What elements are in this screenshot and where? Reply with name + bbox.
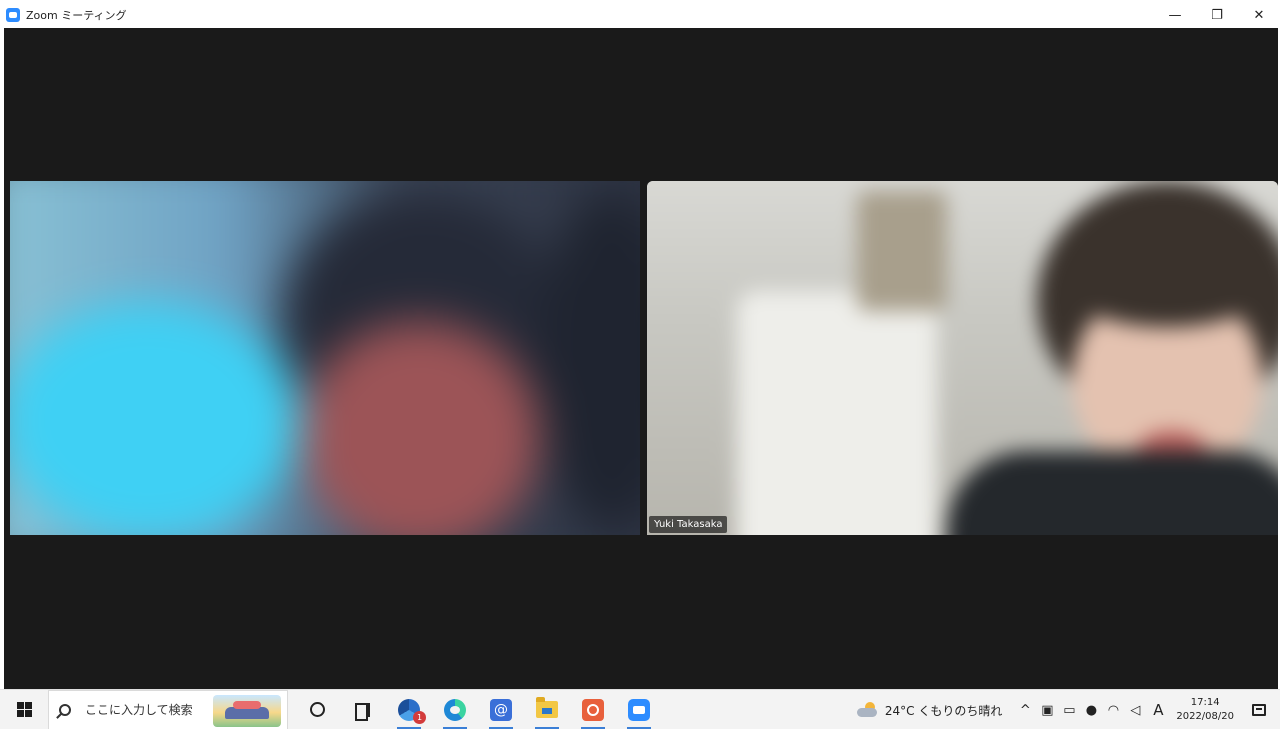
system-tray: 24°C くもりのち晴れ ^ ▣ ▭ ● ◠ ◁ A 17:14 2022/08… [856,690,1280,730]
volume-icon[interactable]: ◁ [1124,703,1146,718]
edge-icon [444,698,466,721]
taskbar-zoom[interactable] [616,690,662,730]
minimize-button[interactable]: — [1154,0,1196,30]
blurred-video [10,181,640,535]
cortana-button[interactable] [294,690,340,730]
taskbar-search-box[interactable]: ここに入力して検索 [48,689,288,730]
bottom-strip [0,729,1280,748]
clock-time: 17:14 [1190,697,1220,708]
clock[interactable]: 17:14 2022/08/20 [1176,696,1234,724]
window-title: Zoom ミーティング [26,9,127,22]
participant-name-label: Yuki Takasaka [649,516,728,533]
taskbar-mail[interactable]: @ [478,690,524,730]
clock-date: 2022/08/20 [1176,711,1234,722]
notification-center-icon[interactable] [1252,704,1266,716]
file-explorer-icon [536,697,558,718]
app-icon [582,698,604,721]
taskbar-app[interactable] [570,690,616,730]
weather-text[interactable]: 24°C くもりのち晴れ [885,702,1002,719]
taskbar-file-explorer[interactable] [524,690,570,730]
windows-logo-icon [16,702,32,717]
restore-button[interactable]: ❐ [1196,0,1238,30]
wifi-icon[interactable]: ◠ [1102,703,1124,718]
zoom-icon [628,698,650,721]
window-controls: — ❐ ✕ [1154,0,1280,30]
ime-mode-indicator[interactable]: A [1146,701,1170,719]
zoom-app-icon [6,8,20,22]
close-button[interactable]: ✕ [1238,0,1280,30]
meeting-gallery: Yuki Takasaka [4,28,1278,689]
taskbar-edge[interactable] [432,690,478,730]
start-button[interactable] [0,690,48,730]
microphone-icon[interactable]: ● [1080,703,1102,718]
participant-video-tile-1[interactable] [10,181,640,535]
search-highlight-illustration[interactable] [213,694,281,727]
participant-video-tile-2[interactable]: Yuki Takasaka [647,181,1278,535]
security-icon[interactable]: ▣ [1036,703,1058,718]
cortana-icon [309,702,325,717]
show-hidden-icons-chevron[interactable]: ^ [1014,703,1036,718]
search-icon [59,703,71,716]
taskbar: ここに入力して検索 1 @ 24°C くもりのち晴れ ^ ▣ ▭ ● ◠ ◁ A… [0,689,1280,730]
task-view-icon [355,702,371,721]
battery-icon[interactable]: ▭ [1058,703,1080,718]
weather-cloudy-icon[interactable] [856,702,879,718]
search-placeholder: ここに入力して検索 [85,703,193,717]
camera-video [647,181,1278,535]
mail-icon: @ [490,698,512,721]
task-view-button[interactable] [340,690,386,730]
title-bar: Zoom ミーティング — ❐ ✕ [0,0,1280,30]
notification-badge: 1 [413,710,426,724]
taskbar-chrome[interactable]: 1 [386,690,432,730]
